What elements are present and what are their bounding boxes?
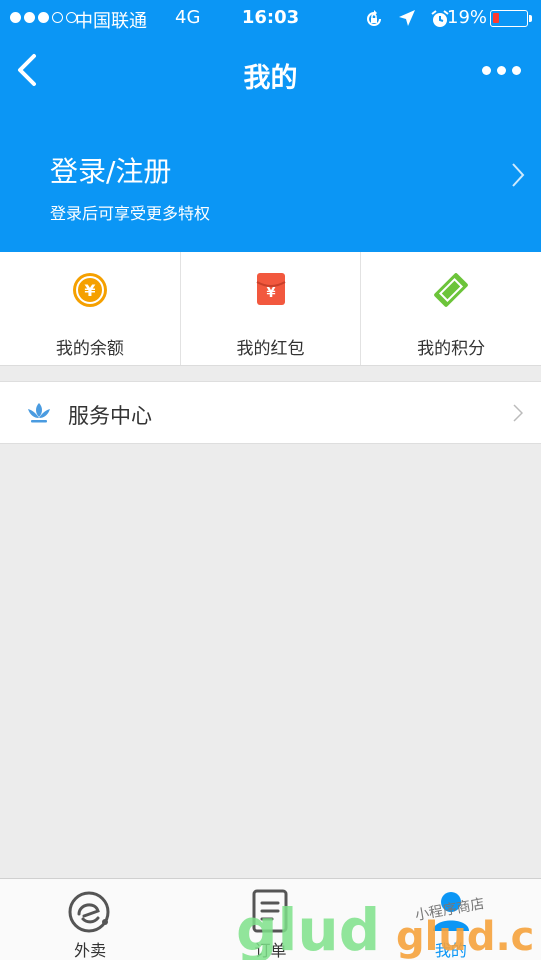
- tab-orders[interactable]: 订单: [180, 879, 360, 960]
- service-center-row[interactable]: 服务中心: [0, 381, 541, 444]
- points-item[interactable]: 我的积分: [361, 252, 541, 365]
- eleme-logo-icon: [68, 891, 110, 933]
- svg-text:¥: ¥: [84, 281, 95, 300]
- balance-label: 我的余额: [55, 339, 124, 359]
- location-arrow-icon: [399, 10, 415, 26]
- lotus-icon: [28, 403, 50, 423]
- navigation-bar: 我的: [0, 36, 541, 108]
- red-envelope-item[interactable]: ¥ 我的红包: [181, 252, 362, 365]
- order-list-icon: [252, 889, 288, 933]
- tab-takeout-label: 外卖: [74, 941, 107, 960]
- login-subtitle: 登录后可享受更多特权: [50, 204, 211, 223]
- points-label: 我的积分: [417, 339, 486, 359]
- tab-mine-label: 我的: [434, 941, 467, 960]
- login-banner[interactable]: 登录/注册 登录后可享受更多特权: [0, 140, 541, 230]
- service-center-label: 服务中心: [68, 404, 152, 428]
- red-envelope-label: 我的红包: [236, 339, 305, 359]
- page-title: 我的: [243, 63, 298, 94]
- balance-item[interactable]: ¥ 我的余额: [0, 252, 181, 365]
- more-dots-icon[interactable]: [482, 66, 521, 75]
- tab-takeout[interactable]: 外卖: [0, 879, 180, 960]
- tab-bar: 外卖 订单 我的: [0, 878, 541, 960]
- chevron-right-icon: [512, 163, 525, 187]
- login-title[interactable]: 登录/注册: [50, 150, 171, 190]
- user-icon: [432, 892, 469, 931]
- header-area: 中国联通 4G 16:03 19% 我的 登录/注册 登录后可享受更多特权: [0, 0, 541, 252]
- red-envelope-icon: ¥: [256, 273, 285, 305]
- assets-row: ¥ 我的余额 ¥ 我的红包 我的积分: [0, 252, 541, 366]
- battery-percent: 19%: [447, 7, 488, 28]
- tab-orders-label: 订单: [254, 941, 287, 960]
- status-bar: 中国联通 4G 16:03 19%: [0, 0, 541, 36]
- points-ticket-icon: [434, 273, 469, 307]
- svg-text:¥: ¥: [266, 286, 275, 301]
- tab-mine[interactable]: 我的: [361, 879, 541, 960]
- battery-icon: [490, 10, 528, 27]
- rotation-lock-icon: [367, 10, 381, 26]
- yuan-coin-icon: ¥: [72, 273, 107, 307]
- status-icons: [364, 9, 450, 29]
- chevron-right-icon: [513, 404, 523, 422]
